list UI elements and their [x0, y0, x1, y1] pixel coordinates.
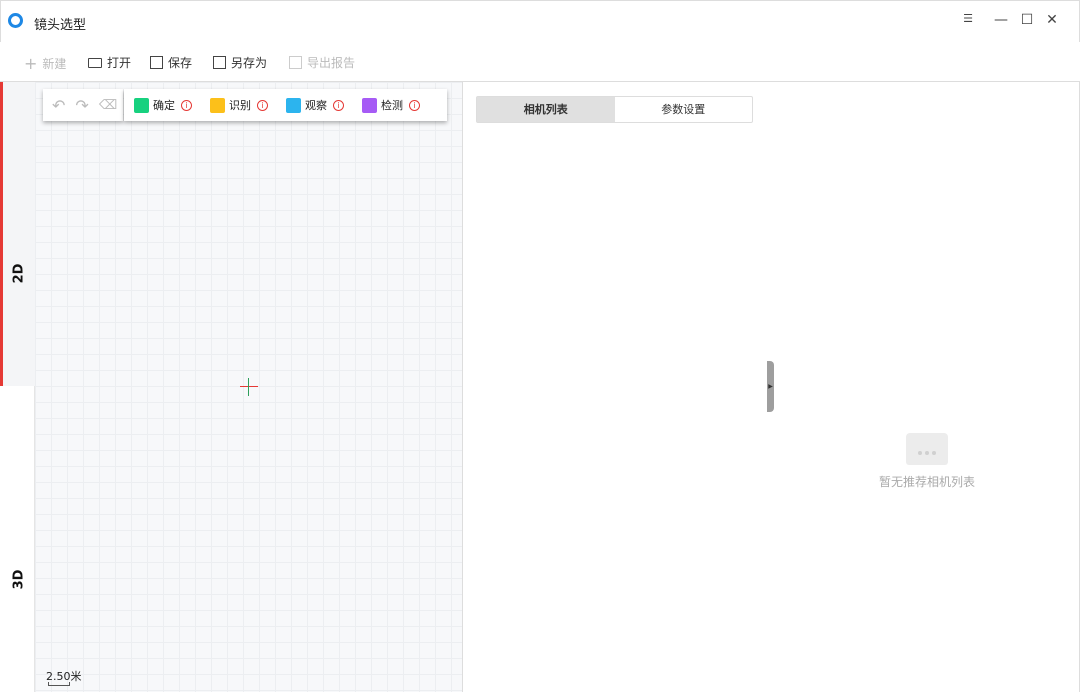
- new-button[interactable]: + 新建: [24, 54, 66, 73]
- save-as-icon: [213, 56, 226, 69]
- export-report-button[interactable]: 导出报告: [289, 54, 355, 71]
- plus-icon: +: [24, 54, 38, 73]
- info-icon[interactable]: i: [409, 99, 420, 111]
- right-panel-tabs: 相机列表 参数设置: [476, 96, 753, 123]
- tab-params[interactable]: 参数设置: [615, 97, 753, 122]
- legend-label: 检测: [381, 99, 403, 112]
- app-logo-icon: [8, 13, 23, 28]
- undo-icon[interactable]: ↶: [52, 96, 65, 115]
- close-button[interactable]: ✕: [1042, 12, 1062, 28]
- save-label: 保存: [168, 56, 193, 70]
- swatch: [286, 97, 301, 113]
- swatch: [134, 97, 149, 113]
- legend-item-identify: 识别 i: [210, 97, 268, 113]
- save-as-button[interactable]: 另存为: [213, 54, 267, 71]
- menu-icon[interactable]: ☰: [958, 12, 978, 25]
- tab-3d[interactable]: 3D: [11, 570, 26, 590]
- legend-item-confirm: 确定 i: [134, 97, 192, 113]
- info-icon[interactable]: i: [333, 99, 344, 111]
- clear-icon[interactable]: ⌫: [99, 98, 117, 113]
- tab-2d-label: 2D: [11, 263, 27, 284]
- minimize-button[interactable]: —: [991, 12, 1011, 28]
- legend-item-observe: 观察 i: [286, 97, 344, 113]
- redo-icon[interactable]: ↷: [75, 96, 88, 115]
- tab-2d[interactable]: 2D: [0, 82, 35, 386]
- folder-icon: [88, 57, 102, 68]
- new-label: 新建: [42, 57, 67, 71]
- legend-label: 观察: [305, 99, 327, 112]
- tab-camera-list[interactable]: 相机列表: [477, 97, 615, 122]
- origin-crosshair-icon: [240, 378, 258, 396]
- view-tabs: 2D 3D: [0, 82, 35, 692]
- open-button[interactable]: 打开: [88, 54, 131, 71]
- save-icon: [150, 56, 163, 69]
- legend-label: 确定: [153, 99, 175, 112]
- window-title: 镜头选型: [34, 18, 87, 33]
- legend-label: 识别: [229, 99, 251, 112]
- save-as-label: 另存为: [231, 56, 268, 70]
- legend-item-detect: 检测 i: [362, 97, 420, 113]
- swatch: [362, 97, 377, 113]
- title-bar: 镜头选型 ☰ — ☐ ✕: [0, 0, 1080, 42]
- info-icon[interactable]: i: [257, 99, 268, 111]
- legend-bar: 确定 i 识别 i 观察 i 检测 i: [124, 89, 447, 121]
- maximize-button[interactable]: ☐: [1017, 12, 1037, 28]
- empty-state-text: 暂无推荐相机列表: [879, 475, 976, 489]
- empty-box-icon: [906, 433, 948, 465]
- export-label: 导出报告: [307, 56, 356, 70]
- toolbar: + 新建 打开 保存 另存为 导出报告: [0, 42, 1080, 82]
- scale-bar: [48, 682, 70, 686]
- info-icon[interactable]: i: [181, 99, 192, 111]
- open-label: 打开: [107, 56, 132, 70]
- collapse-handle[interactable]: ▶: [767, 361, 774, 412]
- history-toolbar: ↶ ↷ ⌫: [43, 89, 123, 121]
- swatch: [210, 97, 225, 113]
- export-icon: [289, 56, 302, 69]
- save-button[interactable]: 保存: [150, 54, 192, 71]
